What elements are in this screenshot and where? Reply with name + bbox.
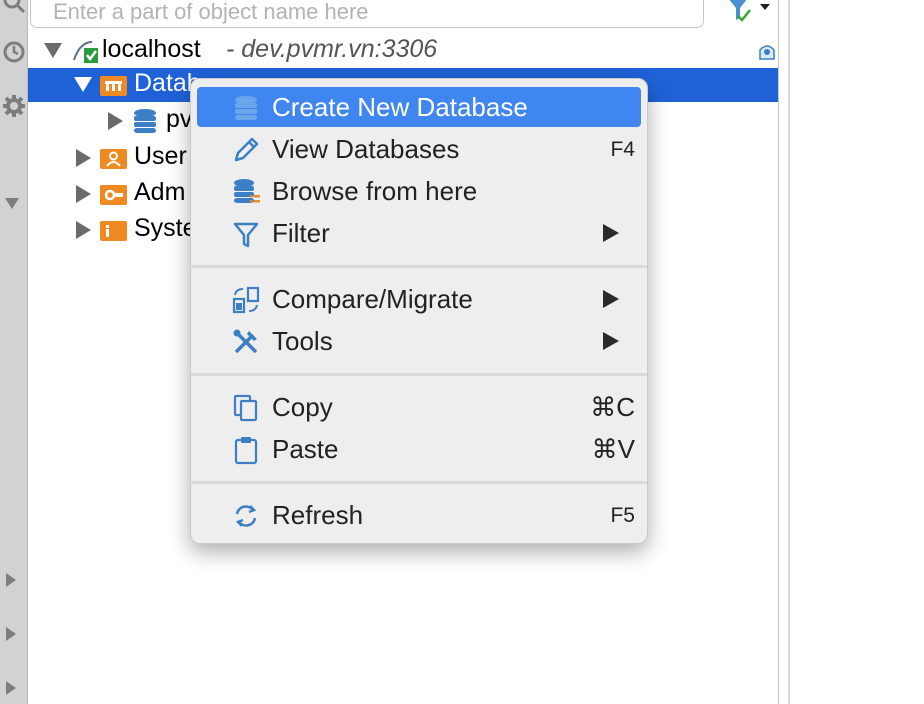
expand-arrow-icon[interactable] — [6, 627, 16, 641]
menu-item-browse-from-here[interactable]: Browse from here — [197, 171, 641, 211]
tree-label-system: Syste — [134, 214, 197, 242]
connection-icon — [73, 41, 98, 63]
submenu-arrow-icon — [603, 290, 619, 308]
menu-item-compare-migrate[interactable]: Compare/Migrate — [197, 279, 641, 319]
browse-database-icon — [234, 179, 260, 203]
filter-dropdown-button[interactable] — [724, 0, 774, 26]
menu-item-copy[interactable]: Copy ⌘C — [197, 387, 641, 427]
menu-item-label: Copy — [272, 392, 333, 422]
filter-icon — [233, 222, 259, 248]
search-icon[interactable] — [2, 0, 26, 14]
admin-folder-icon — [100, 185, 127, 205]
database-icon — [235, 96, 257, 120]
pencil-icon — [234, 137, 259, 162]
gear-icon[interactable] — [2, 94, 26, 118]
menu-item-label: Refresh — [272, 500, 364, 530]
menu-item-label: Create New Database — [272, 92, 528, 122]
expand-arrow-icon[interactable] — [6, 681, 16, 695]
context-menu: Create New Database View Databases F4 Br… — [190, 78, 648, 544]
collapse-triangle-icon[interactable] — [74, 77, 92, 92]
menu-item-create-new-database[interactable]: Create New Database — [197, 87, 641, 127]
database-icon — [134, 109, 156, 133]
databases-folder-icon — [100, 76, 127, 96]
menu-item-label: Filter — [272, 218, 330, 248]
shortcut-label: ⌘C — [590, 392, 635, 422]
menu-separator — [191, 265, 647, 268]
menu-item-label: Compare/Migrate — [272, 284, 473, 314]
tree-row-localhost[interactable]: localhost - dev.pvmr.vn:3306 — [28, 34, 778, 68]
menu-separator — [191, 481, 647, 484]
submenu-arrow-icon — [603, 224, 619, 242]
shortcut-label: F5 — [610, 504, 635, 527]
connection-status-icon — [759, 45, 775, 60]
copy-icon — [233, 394, 258, 422]
refresh-icon — [235, 505, 257, 527]
history-icon[interactable] — [2, 40, 26, 64]
shortcut-label: ⌘V — [591, 434, 635, 464]
menu-item-refresh[interactable]: Refresh F5 — [197, 495, 641, 535]
menu-separator — [191, 373, 647, 376]
menu-item-tools[interactable]: Tools — [197, 321, 641, 361]
expand-triangle-icon[interactable] — [76, 185, 91, 203]
tree-label-localhost: localhost — [102, 35, 201, 63]
tree-label-administer: Adm — [134, 178, 186, 206]
users-folder-icon — [100, 149, 127, 169]
collapse-triangle-icon[interactable] — [44, 43, 62, 58]
menu-item-label: Browse from here — [272, 176, 478, 206]
tool-strip — [0, 0, 28, 704]
compare-migrate-icon — [232, 286, 260, 314]
expand-triangle-icon[interactable] — [108, 112, 123, 130]
shortcut-label: F4 — [610, 138, 635, 161]
expand-triangle-icon[interactable] — [76, 149, 91, 167]
connection-address: - dev.pvmr.vn:3306 — [226, 35, 438, 63]
tree-label-database: pv — [166, 105, 193, 133]
expand-triangle-icon[interactable] — [76, 221, 91, 239]
expand-arrow-icon[interactable] — [6, 573, 16, 587]
menu-item-label: Tools — [272, 326, 333, 356]
paste-icon — [234, 437, 258, 465]
search-input[interactable]: Enter a part of object name here — [53, 0, 369, 25]
menu-item-filter[interactable]: Filter — [197, 213, 641, 253]
collapse-arrow-icon[interactable] — [5, 198, 19, 209]
panel-divider — [788, 0, 790, 704]
menu-item-label: Paste — [272, 434, 339, 464]
menu-item-label: View Databases — [272, 134, 460, 164]
submenu-arrow-icon — [603, 332, 619, 350]
menu-item-view-databases[interactable]: View Databases F4 — [197, 129, 641, 169]
tree-label-users: User — [134, 142, 187, 170]
search-field[interactable]: Enter a part of object name here — [30, 0, 704, 28]
menu-item-paste[interactable]: Paste ⌘V — [197, 429, 641, 469]
tools-icon — [233, 329, 258, 354]
system-folder-icon — [100, 221, 127, 241]
